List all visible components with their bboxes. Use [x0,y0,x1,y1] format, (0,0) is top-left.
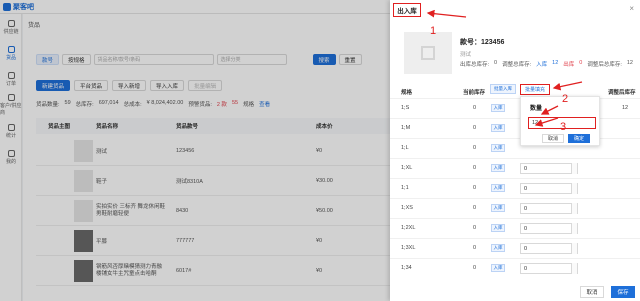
stepper-arrows-icon[interactable] [571,243,577,254]
spec-row: 1;S 0 入库 12 [390,98,640,118]
spec-name: 1;XL [401,165,413,171]
stepper-arrows-icon[interactable] [571,263,577,274]
quantity-stepper[interactable]: 0 [520,243,578,254]
stock-drawer: 出入库 × 款号：123456 测试 出库总库存: 0 调整总库存: 入库 12 出… [390,0,640,301]
spec-row: 1;1 0 入库 0 [390,178,640,198]
spec-stock: 0 [473,225,477,231]
stepper-arrows-icon[interactable] [571,183,577,194]
stock-before-label: 出库总库存: [460,62,490,68]
popover-cancel-button[interactable]: 取消 [542,134,564,143]
spec-row: 1;2XL 0 入库 0 [390,218,640,238]
spec-stock: 0 [473,145,477,151]
in-tag[interactable]: 入库 [491,164,505,172]
spec-stock: 0 [473,105,477,111]
quantity-value: 0 [524,265,528,272]
popover-confirm-button[interactable]: 确定 [568,134,590,143]
stepper-arrows-icon[interactable] [571,223,577,234]
spec-stock: 0 [473,125,477,131]
annotation-number: 3 [560,121,567,133]
batch-fill-button[interactable]: 批量填充 [520,84,550,95]
in-tag[interactable]: 入库 [491,244,505,252]
product-meta: 出库总库存: 0 调整总库存: 入库 12 出库 0 调整后总库存: 12 [460,60,633,68]
after-label: 调整后总库存: [587,62,622,68]
stepper-arrows-icon[interactable] [571,203,577,214]
in-tag[interactable]: 入库 [491,204,505,212]
in-tag[interactable]: 入库 [491,264,505,272]
quantity-stepper[interactable]: 0 [520,163,578,174]
quantity-stepper[interactable]: 0 [520,223,578,234]
code-value: 123456 [481,39,505,46]
product-name: 测试 [460,52,472,58]
spec-stock: 0 [473,165,477,171]
spec-row: 1;XL 0 入库 0 [390,158,640,178]
in-tag[interactable]: 入库 [491,124,505,132]
save-button[interactable]: 保存 [611,286,635,298]
in-tag[interactable]: 入库 [491,104,505,112]
cancel-button[interactable]: 取消 [580,286,604,298]
col-spec: 规格 [401,90,413,96]
spec-stock: 0 [473,205,477,211]
quantity-stepper[interactable]: 0 [520,263,578,274]
modal-mask[interactable] [0,0,390,301]
spec-name: 1;3XL [401,245,416,251]
quantity-value: 0 [524,165,528,172]
after-value: 12 [626,60,633,66]
drawer-title: 出入库 [393,3,421,17]
spec-row: 1;M 0 入库 [390,118,640,138]
spec-name: 1;L [401,145,409,151]
product-thumb [404,32,452,74]
in-tag[interactable]: 入库 [491,184,505,192]
spec-row: 1;3XL 0 入库 0 [390,238,640,258]
product-code: 款号：123456 [460,37,504,47]
out-value: 0 [579,60,583,66]
spec-row: 1;34 0 入库 0 [390,258,640,278]
spec-name: 1;1 [401,185,409,191]
quantity-value: 0 [524,205,528,212]
spec-stock: 0 [473,185,477,191]
annotation-number: 2 [562,93,569,105]
spec-name: 1;M [401,125,411,131]
in-value: 12 [552,60,559,66]
stepper-arrows-icon[interactable] [571,163,577,174]
col-after: 调整后库存 [608,90,636,96]
image-placeholder-icon [421,46,435,60]
stock-before: 0 [494,60,498,66]
code-label: 款号： [460,39,481,46]
spec-name: 1;S [401,105,410,111]
in-label: 入库 [536,62,548,68]
quantity-value: 0 [524,185,528,192]
spec-name: 1;2XL [401,225,416,231]
quantity-value: 0 [524,245,528,252]
adjust-label: 调整总库存: [502,62,532,68]
spec-stock: 0 [473,265,477,271]
spec-name: 1;XS [401,205,413,211]
out-label: 出库 [563,62,575,68]
spec-stock: 0 [473,245,477,251]
quantity-value: 0 [524,225,528,232]
col-stock: 当前库存 [463,90,486,96]
spec-name: 1;34 [401,265,412,271]
popover-title: 数量 [530,106,543,112]
close-icon[interactable]: × [629,4,634,13]
quantity-stepper[interactable]: 0 [520,203,578,214]
spec-row: 1;XS 0 入库 0 [390,198,640,218]
spec-after: 12 [622,105,629,111]
spec-row: 1;L 0 入库 [390,138,640,158]
in-tag[interactable]: 入库 [491,224,505,232]
batch-in-button[interactable]: 批量入库 [490,84,516,94]
in-tag[interactable]: 入库 [491,144,505,152]
annotation-number: 1 [430,25,437,37]
quantity-stepper[interactable]: 0 [520,183,578,194]
